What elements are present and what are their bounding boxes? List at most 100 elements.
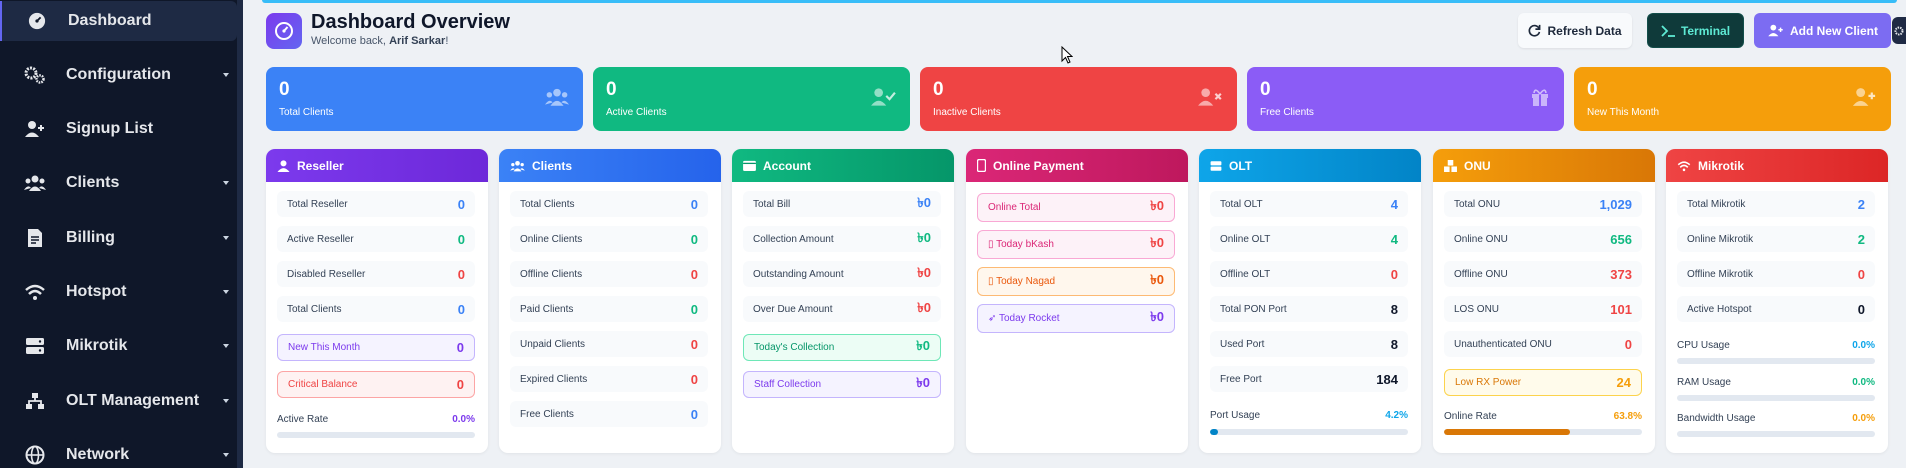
payment-row-nagad: ▯ Today Nagad ৳0 — [977, 267, 1175, 296]
stat-label: New This Month — [1587, 107, 1660, 118]
users-icon — [24, 172, 46, 194]
cpu-usage-bar — [1677, 358, 1875, 364]
sidebar-item-olt-management[interactable]: OLT Management — [0, 381, 237, 421]
highlight-row-todays-collection: Today's Collection ৳0 — [743, 334, 941, 361]
highlight-row-new-this-month: New This Month 0 — [277, 334, 475, 361]
stat-row: Offline OLT 0 — [1210, 261, 1408, 287]
stat-row: Total Mikrotik 2 — [1677, 191, 1875, 217]
stat-row: Total Bill ৳0 — [743, 191, 941, 217]
mobile-icon: ▯ — [988, 239, 997, 250]
account-panel: Account Total Bill ৳0 Collection Amount ৳0… — [732, 149, 954, 453]
stat-row: Free Clients 0 — [510, 401, 708, 427]
stat-row: Expired Clients 0 — [510, 366, 708, 392]
sidebar-item-signup-list[interactable]: Signup List — [0, 109, 237, 149]
user-plus-icon — [1768, 24, 1783, 37]
panel-header: OLT — [1199, 149, 1421, 182]
reseller-panel: Reseller Total Reseller 0 Active Reseller… — [266, 149, 488, 453]
invoice-icon — [24, 227, 46, 249]
sidebar-item-label: Signup List — [66, 120, 154, 137]
settings-gear-icon[interactable] — [1892, 17, 1906, 44]
stat-row: Online Clients 0 — [510, 226, 708, 252]
stat-row: Active Hotspot 0 — [1677, 296, 1875, 322]
stat-row: Unauthenticated ONU 0 — [1444, 331, 1642, 357]
online-payment-panel: Online Payment Online Total ৳0 ▯ Today bK… — [966, 149, 1188, 453]
stat-card-free-clients: 0 Free Clients — [1247, 67, 1564, 131]
sidebar-item-dashboard[interactable]: Dashboard — [0, 1, 237, 41]
sidebar-item-configuration[interactable]: Configuration — [0, 55, 237, 95]
user-tie-icon — [277, 159, 290, 172]
mouse-cursor-icon — [1061, 46, 1073, 64]
rocket-icon: ➶ — [988, 313, 999, 324]
panel-header: Mikrotik — [1666, 149, 1888, 182]
stat-row: Online ONU 656 — [1444, 226, 1642, 252]
sidebar-item-label: OLT Management — [66, 392, 200, 409]
sidebar-item-hotspot[interactable]: Hotspot — [0, 272, 237, 312]
stat-row: Total Clients 0 — [510, 191, 708, 217]
highlight-row-staff-collection: Staff Collection ৳0 — [743, 371, 941, 398]
stat-label: Total Clients — [279, 107, 334, 118]
active-rate-bar — [277, 432, 475, 438]
panel-header: Account — [732, 149, 954, 182]
stat-row: Disabled Reseller 0 — [277, 261, 475, 287]
mikrotik-panel: Mikrotik Total Mikrotik 2 Online Mikrotik… — [1666, 149, 1888, 453]
sitemap-icon — [24, 390, 46, 412]
sidebar-item-network[interactable]: Network — [0, 435, 237, 468]
chevron-down-icon — [223, 290, 229, 294]
stat-row: Total Reseller 0 — [277, 191, 475, 217]
stat-row: Total PON Port 8 — [1210, 296, 1408, 322]
clients-panel: Clients Total Clients 0 Online Clients 0 O… — [499, 149, 721, 453]
stat-card-active-clients: 0 Active Clients — [593, 67, 910, 131]
wallet-icon — [743, 160, 756, 171]
port-usage-bar — [1210, 429, 1408, 435]
port-usage-label: Port Usage 4.2% — [1210, 410, 1408, 421]
stat-card-total-clients: 0 Total Clients — [266, 67, 583, 131]
sidebar: Dashboard Configuration Signup List Clie… — [0, 0, 243, 468]
page-title: Dashboard Overview — [311, 11, 510, 33]
chevron-down-icon — [223, 453, 229, 457]
sidebar-item-label: Network — [66, 446, 130, 463]
highlight-row-low-rx-power: Low RX Power 24 — [1444, 369, 1642, 396]
sidebar-item-label: Hotspot — [66, 283, 127, 300]
online-rate-bar — [1444, 429, 1642, 435]
add-new-client-button[interactable]: Add New Client — [1754, 13, 1891, 48]
stat-row: Online OLT 4 — [1210, 226, 1408, 252]
stat-row: Total ONU 1,029 — [1444, 191, 1642, 217]
sidebar-item-billing[interactable]: Billing — [0, 218, 237, 258]
sidebar-item-label: Clients — [66, 174, 120, 191]
sidebar-item-mikrotik[interactable]: Mikrotik — [0, 326, 237, 366]
refresh-data-button[interactable]: Refresh Data — [1518, 13, 1632, 48]
users-icon — [510, 160, 525, 171]
stat-row: Offline ONU 373 — [1444, 261, 1642, 287]
cubes-icon — [1444, 159, 1457, 172]
sidebar-item-clients[interactable]: Clients — [0, 163, 237, 203]
stat-label: Active Clients — [606, 107, 667, 118]
mobile-icon: ▯ — [988, 276, 997, 287]
chevron-down-icon — [223, 73, 229, 77]
mobile-icon — [977, 159, 986, 172]
ram-usage-label: RAM Usage 0.0% — [1677, 377, 1875, 388]
chevron-down-icon — [223, 181, 229, 185]
stat-row: Total OLT 4 — [1210, 191, 1408, 217]
dashboard-icon — [26, 10, 48, 32]
stat-row: Total Clients 0 — [277, 296, 475, 322]
stat-value: 0 — [1587, 79, 1598, 100]
stat-row: Free Port 184 — [1210, 366, 1408, 392]
wifi-icon — [24, 281, 46, 303]
chevron-down-icon — [223, 236, 229, 240]
stat-row: Over Due Amount ৳0 — [743, 296, 941, 322]
bandwidth-usage-bar — [1677, 431, 1875, 437]
payment-row-rocket: ➶ Today Rocket ৳0 — [977, 304, 1175, 333]
stat-value: 0 — [606, 79, 617, 100]
stat-row: Used Port 8 — [1210, 331, 1408, 357]
stat-row: Unpaid Clients 0 — [510, 331, 708, 357]
terminal-button[interactable]: Terminal — [1647, 13, 1744, 48]
highlight-row-critical-balance: Critical Balance 0 — [277, 371, 475, 398]
chevron-down-icon — [223, 399, 229, 403]
stat-card-inactive-clients: 0 Inactive Clients — [920, 67, 1237, 131]
online-rate-label: Online Rate 63.8% — [1444, 411, 1642, 422]
globe-icon — [24, 444, 46, 466]
chevron-down-icon — [223, 344, 229, 348]
user-plus-icon — [24, 118, 46, 140]
user-check-icon — [870, 87, 896, 112]
sidebar-item-label: Mikrotik — [66, 337, 128, 354]
